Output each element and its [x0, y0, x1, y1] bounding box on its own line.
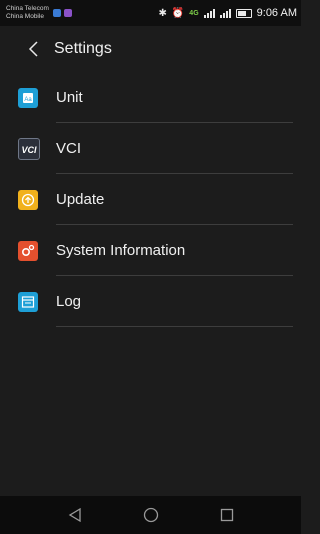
carrier-names: China Telecom China Mobile [6, 5, 49, 21]
back-triangle-icon [68, 508, 81, 522]
nav-recents-button[interactable] [218, 506, 236, 524]
chevron-left-icon [28, 41, 38, 57]
carrier-1: China Telecom [6, 5, 49, 12]
settings-item-label: Log [56, 293, 82, 310]
settings-list: Aa Unit VCI VCI Update System Informatio… [0, 72, 301, 327]
alarm-icon: ⏰ [171, 7, 185, 19]
signal-icon [203, 8, 215, 18]
settings-item-label: Unit [56, 89, 83, 106]
settings-item-label: System Information [56, 242, 186, 259]
status-bar: China Telecom China Mobile ✱ ⏰ 4G 9:06 A… [0, 0, 301, 26]
notification-icon [52, 9, 61, 17]
settings-item-update[interactable]: Update [0, 174, 301, 225]
nav-back-button[interactable] [66, 506, 84, 524]
carrier-2: China Mobile [6, 13, 44, 20]
page-title: Settings [54, 40, 112, 57]
divider [56, 326, 293, 327]
settings-item-system-information[interactable]: System Information [0, 225, 301, 276]
settings-item-log[interactable]: Log [0, 276, 301, 327]
settings-item-label: VCI [56, 140, 82, 157]
home-circle-icon [143, 507, 158, 523]
app-bar: Settings [0, 26, 301, 72]
settings-item-label: Update [56, 191, 105, 208]
signal-icon [219, 8, 231, 18]
update-icon [18, 189, 38, 210]
vci-icon: VCI [18, 137, 40, 160]
recents-square-icon [220, 508, 233, 522]
network-type: 4G [189, 9, 199, 17]
unit-icon: Aa [18, 87, 38, 108]
log-icon [18, 291, 38, 312]
bluetooth-icon: ✱ [158, 7, 167, 19]
notification-icon [63, 9, 72, 17]
settings-item-vci[interactable]: VCI VCI [0, 123, 301, 174]
navigation-bar [0, 496, 301, 534]
system-info-icon [18, 240, 38, 261]
settings-item-unit[interactable]: Aa Unit [0, 72, 301, 123]
nav-home-button[interactable] [142, 506, 160, 524]
svg-text:VCI: VCI [21, 145, 37, 155]
battery-icon [235, 8, 252, 18]
svg-text:Aa: Aa [24, 97, 32, 103]
back-button[interactable] [20, 35, 48, 63]
clock: 9:06 AM [256, 7, 297, 19]
